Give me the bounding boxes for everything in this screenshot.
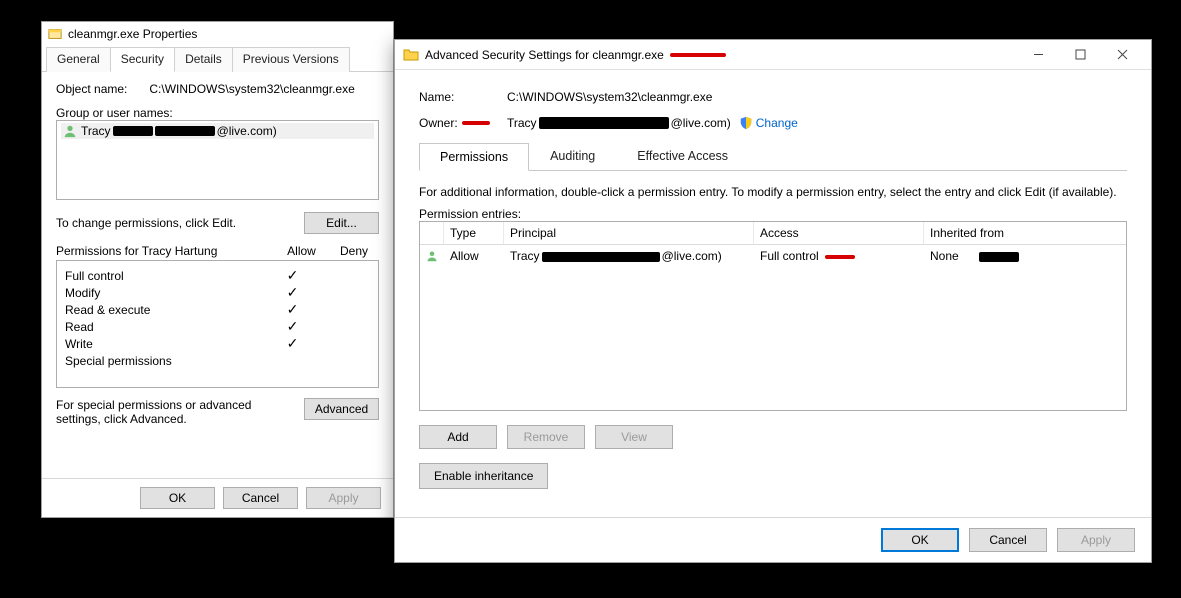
- minimize-button[interactable]: [1017, 41, 1059, 69]
- tab-auditing[interactable]: Auditing: [529, 142, 616, 170]
- tab-previous-versions[interactable]: Previous Versions: [232, 47, 350, 72]
- permission-table: Type Principal Access Inherited from All…: [419, 221, 1127, 411]
- perm-allow: ✓: [265, 285, 320, 300]
- user-name-prefix: Tracy: [81, 124, 111, 138]
- perm-name: Full control: [65, 269, 265, 283]
- remove-button[interactable]: Remove: [507, 425, 585, 449]
- cancel-button[interactable]: Cancel: [223, 487, 298, 509]
- titlebar[interactable]: Advanced Security Settings for cleanmgr.…: [395, 40, 1151, 70]
- entries-label: Permission entries:: [419, 207, 1127, 221]
- annotation-mark: [462, 121, 490, 125]
- perm-name: Read: [65, 320, 265, 334]
- edit-button[interactable]: Edit...: [304, 212, 379, 234]
- annotation-mark: [670, 53, 726, 57]
- group-label: Group or user names:: [56, 106, 379, 120]
- permissions-list: Full control✓Modify✓Read & execute✓Read✓…: [56, 260, 379, 388]
- user-list-item[interactable]: Tracy @live.com): [61, 123, 374, 139]
- row-inherited: None: [924, 247, 1126, 265]
- tab-effective-access[interactable]: Effective Access: [616, 142, 749, 170]
- col-deny: Deny: [329, 244, 379, 258]
- add-button[interactable]: Add: [419, 425, 497, 449]
- permission-row: Full control✓: [65, 267, 370, 284]
- tabs: General Security Details Previous Versio…: [42, 46, 393, 72]
- name-value: C:\WINDOWS\system32\cleanmgr.exe: [507, 90, 712, 104]
- advanced-msg: For special permissions or advanced sett…: [56, 398, 304, 426]
- permission-row: Special permissions: [65, 352, 370, 369]
- user-list[interactable]: Tracy @live.com): [56, 120, 379, 200]
- shield-icon: [739, 116, 753, 130]
- perm-name: Write: [65, 337, 265, 351]
- col-principal[interactable]: Principal: [504, 222, 754, 244]
- perm-name: Special permissions: [65, 354, 265, 368]
- advanced-button[interactable]: Advanced: [304, 398, 379, 420]
- perm-allow: ✓: [265, 268, 320, 283]
- owner-suffix: @live.com): [671, 116, 731, 130]
- col-inherited[interactable]: Inherited from: [924, 222, 1126, 244]
- table-header: Type Principal Access Inherited from: [420, 222, 1126, 245]
- tab-details[interactable]: Details: [174, 47, 233, 72]
- maximize-button[interactable]: [1059, 41, 1101, 69]
- properties-window: cleanmgr.exe Properties General Security…: [41, 21, 394, 518]
- name-label: Name:: [419, 90, 507, 104]
- redacted: [539, 117, 669, 129]
- app-icon: [48, 27, 62, 41]
- redacted: [155, 126, 215, 136]
- perm-allow: ✓: [265, 302, 320, 317]
- tab-permissions[interactable]: Permissions: [419, 143, 529, 171]
- owner-label: Owner:: [419, 116, 458, 130]
- apply-button[interactable]: Apply: [1057, 528, 1135, 552]
- permission-row: Read✓: [65, 318, 370, 335]
- table-row[interactable]: AllowTracy@live.com)Full controlNone: [420, 245, 1126, 267]
- window-title: cleanmgr.exe Properties: [68, 27, 197, 41]
- close-button[interactable]: [1101, 41, 1143, 69]
- change-permissions-msg: To change permissions, click Edit.: [56, 216, 304, 230]
- col-allow: Allow: [274, 244, 329, 258]
- row-access: Full control: [754, 247, 924, 265]
- hint-text: For additional information, double-click…: [419, 185, 1127, 199]
- adv-tabs: Permissions Auditing Effective Access: [419, 142, 1127, 171]
- user-icon: [63, 124, 77, 138]
- window-title: Advanced Security Settings for cleanmgr.…: [425, 48, 664, 62]
- ok-button[interactable]: OK: [881, 528, 959, 552]
- row-type: Allow: [444, 247, 504, 265]
- col-type[interactable]: Type: [444, 222, 504, 244]
- row-principal: Tracy@live.com): [504, 247, 754, 265]
- tab-general[interactable]: General: [46, 47, 111, 72]
- cancel-button[interactable]: Cancel: [969, 528, 1047, 552]
- perm-allow: ✓: [265, 336, 320, 351]
- redacted: [113, 126, 153, 136]
- titlebar[interactable]: cleanmgr.exe Properties: [42, 22, 393, 46]
- permission-row: Modify✓: [65, 284, 370, 301]
- view-button[interactable]: View: [595, 425, 673, 449]
- object-name-label: Object name:: [56, 82, 127, 96]
- apply-button[interactable]: Apply: [306, 487, 381, 509]
- user-icon: [420, 247, 444, 265]
- tab-security[interactable]: Security: [110, 47, 175, 72]
- permissions-for-label: Permissions for Tracy Hartung: [56, 244, 274, 258]
- owner-prefix: Tracy: [507, 116, 537, 130]
- enable-inheritance-button[interactable]: Enable inheritance: [419, 463, 548, 489]
- folder-icon: [403, 47, 419, 63]
- user-name-suffix: @live.com): [217, 124, 277, 138]
- perm-name: Read & execute: [65, 303, 265, 317]
- permission-row: Write✓: [65, 335, 370, 352]
- permission-row: Read & execute✓: [65, 301, 370, 318]
- col-access[interactable]: Access: [754, 222, 924, 244]
- ok-button[interactable]: OK: [140, 487, 215, 509]
- change-owner-link[interactable]: Change: [739, 116, 798, 130]
- perm-name: Modify: [65, 286, 265, 300]
- perm-allow: ✓: [265, 319, 320, 334]
- object-name-value: C:\WINDOWS\system32\cleanmgr.exe: [149, 82, 354, 96]
- advanced-security-window: Advanced Security Settings for cleanmgr.…: [394, 39, 1152, 563]
